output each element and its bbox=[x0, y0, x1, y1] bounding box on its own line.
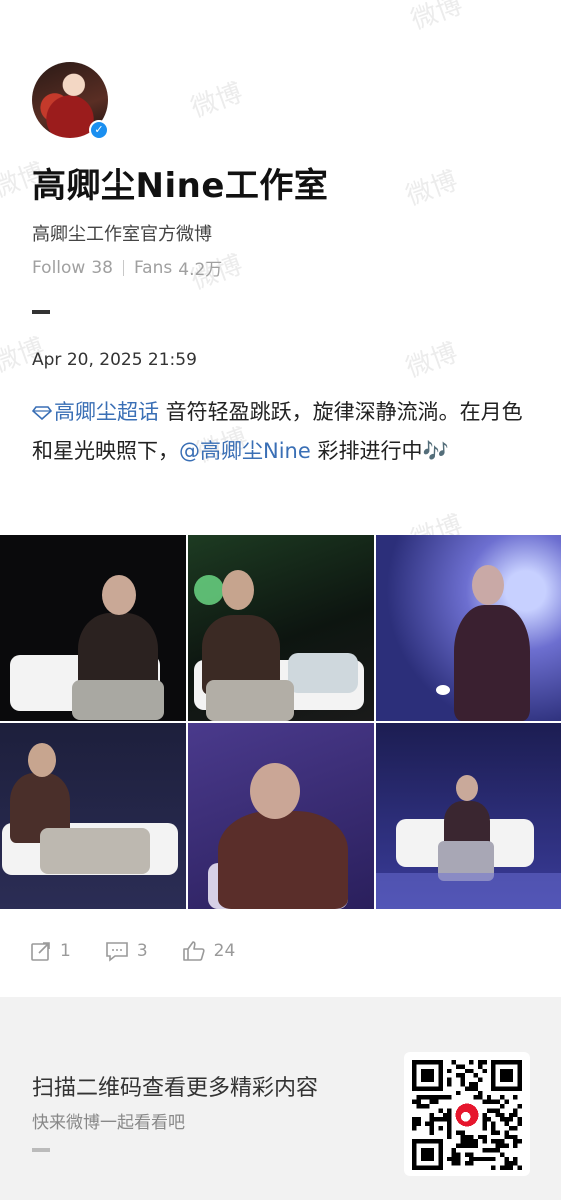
profile-stats: Follow 38 Fans 4.2万 bbox=[32, 255, 222, 281]
post-text: 高卿尘超话 音符轻盈跳跃，旋律深静流淌。在月色和星光映照下，@高卿尘Nine 彩… bbox=[32, 393, 532, 471]
comment-button[interactable]: 3 bbox=[105, 940, 148, 962]
scan-subtitle: 快来微博一起看看吧 bbox=[32, 1113, 185, 1133]
fans-count[interactable]: 4.2万 bbox=[178, 255, 222, 280]
like-count: 24 bbox=[213, 941, 236, 961]
photo-grid bbox=[0, 535, 561, 909]
photo-6[interactable] bbox=[376, 723, 561, 909]
post-date: Apr 20, 2025 21:59 bbox=[32, 350, 197, 370]
repost-count: 1 bbox=[60, 941, 71, 961]
topic-label: 高卿尘超话 bbox=[54, 400, 159, 424]
photo-4[interactable] bbox=[0, 723, 186, 909]
topic-link[interactable]: 高卿尘超话 bbox=[32, 400, 159, 424]
fans-label: Fans bbox=[133, 257, 173, 278]
repost-button[interactable]: 1 bbox=[30, 940, 71, 962]
watermark: 微博 bbox=[402, 337, 462, 384]
scan-title: 扫描二维码查看更多精彩内容 bbox=[32, 1076, 319, 1101]
footer-divider bbox=[32, 1148, 50, 1152]
photo-1[interactable] bbox=[0, 535, 186, 721]
photo-2[interactable] bbox=[188, 535, 374, 721]
thumbs-up-icon bbox=[182, 941, 205, 961]
follow-count[interactable]: 38 bbox=[91, 258, 113, 278]
profile-name[interactable]: 高卿尘Nine工作室 bbox=[32, 158, 328, 207]
verified-badge-icon: ✓ bbox=[89, 120, 109, 140]
qr-code[interactable] bbox=[404, 1052, 530, 1176]
watermark: 微博 bbox=[402, 165, 462, 212]
post-body-2: 彩排进行中🎶 bbox=[310, 439, 449, 463]
profile-bio: 高卿尘工作室官方微博 bbox=[32, 224, 212, 245]
follow-label: Follow bbox=[32, 257, 86, 278]
watermark: 微博 bbox=[187, 77, 247, 124]
mention-link[interactable]: @高卿尘Nine bbox=[179, 439, 311, 463]
watermark: 微博 bbox=[407, 0, 467, 36]
action-bar: 1 3 24 bbox=[30, 940, 235, 962]
qr-code-icon bbox=[412, 1060, 522, 1170]
like-button[interactable]: 24 bbox=[182, 940, 236, 962]
divider bbox=[32, 310, 50, 314]
photo-3[interactable] bbox=[376, 535, 561, 721]
comment-count: 3 bbox=[136, 941, 148, 961]
comment-icon bbox=[106, 942, 128, 962]
diamond-icon bbox=[32, 406, 52, 420]
stats-divider bbox=[122, 259, 124, 276]
share-icon bbox=[31, 942, 50, 961]
photo-5[interactable] bbox=[188, 723, 374, 909]
